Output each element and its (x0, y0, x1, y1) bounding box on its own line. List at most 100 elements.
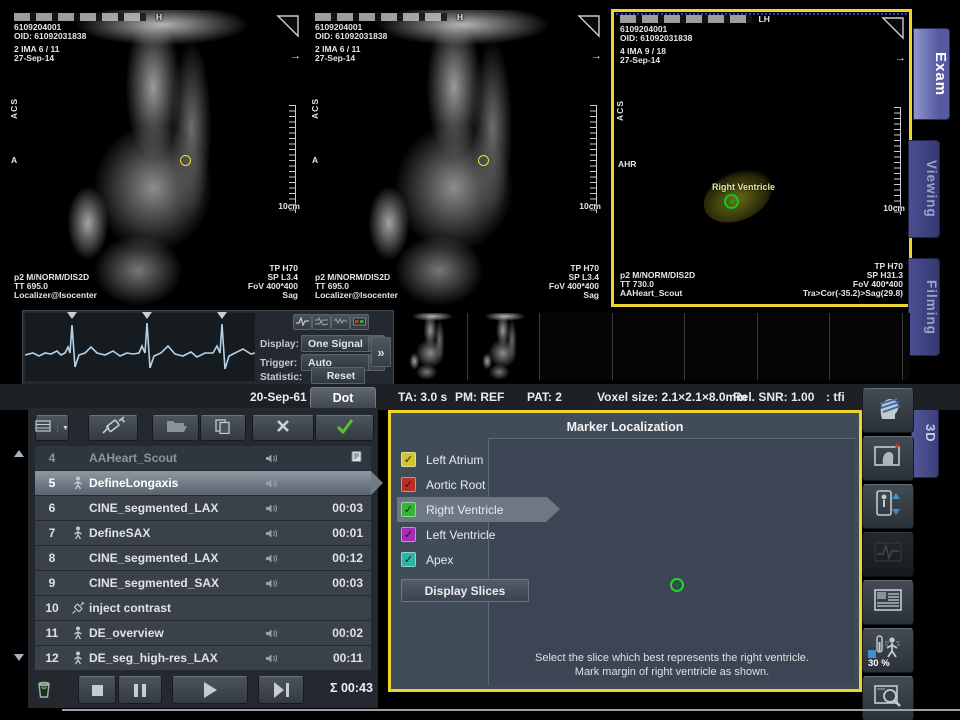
display-slices-button[interactable]: Display Slices (401, 579, 529, 602)
scroll-arrow-icon[interactable]: → (895, 52, 906, 64)
marker-item-aortic-root[interactable]: ✓ Aortic Root (397, 472, 547, 497)
marker-item-left-atrium[interactable]: ✓Left Atrium (397, 447, 547, 472)
apply-button[interactable] (315, 415, 374, 441)
redacted-patient-banner (14, 13, 146, 21)
open-folder-button[interactable] (152, 415, 199, 441)
cardiac-scout-thumbnail[interactable] (540, 313, 613, 380)
head-coil-button[interactable] (862, 388, 914, 433)
tab-exam[interactable]: Exam (913, 28, 950, 120)
ecg-dual-signal-icon (315, 313, 328, 331)
sar-level-chip (868, 650, 876, 658)
queue-row-DE_seg_high-res_LAX[interactable]: 12DE_seg_high-res_LAX00:11 (35, 646, 371, 670)
ecg-waveform (25, 313, 255, 381)
table-view-button[interactable]: ▼ (35, 415, 69, 441)
film-strip (395, 313, 910, 380)
stop-button[interactable] (78, 676, 116, 704)
delete-queue-button[interactable] (30, 676, 58, 702)
scroll-arrow-icon[interactable]: → (290, 50, 301, 62)
marker-label: Apex (426, 553, 453, 567)
person-icon (69, 651, 87, 665)
viewport-sagittal-2[interactable]: 6109204001 OID: 61092031838 2 IMA 6 / 11… (309, 10, 605, 306)
queue-row-CINE_segmented_LAX[interactable]: 6CINE_segmented_LAX00:03 (35, 496, 371, 520)
sagittal-scout-thumbnail[interactable] (395, 313, 468, 380)
copy-protocol-button[interactable] (200, 415, 246, 441)
queue-row-CINE_segmented_LAX[interactable]: 8CINE_segmented_LAX00:12 (35, 546, 371, 570)
scan-date: 27-Sep-14 (14, 54, 54, 64)
contrast-button[interactable] (88, 415, 138, 441)
protocol-card-button[interactable] (862, 580, 914, 625)
trigger-marker-icon (67, 312, 77, 319)
protocol-card-icon[interactable] (350, 452, 363, 466)
marker-localization-dialog: Marker Localization Select the slice whi… (388, 410, 862, 692)
scroll-arrow-icon[interactable]: → (591, 50, 602, 62)
marker-checkbox[interactable]: ✓ (401, 552, 416, 567)
queue-row-DefineLongaxis[interactable]: 5DefineLongaxis (35, 471, 371, 495)
person-icon (69, 526, 87, 540)
statistic-label: Statistic: (260, 372, 302, 383)
person-icon (69, 476, 87, 490)
ecg-curve-icon-button[interactable] (293, 314, 312, 330)
marker-label: Right Ventricle (426, 503, 503, 517)
right-ventricle-marker[interactable] (724, 194, 739, 209)
marker-item-right-ventricle[interactable]: ✓ Right Ventricle (397, 497, 547, 522)
ecg-curve-icon (296, 313, 309, 331)
speaker-icon (265, 478, 311, 489)
viewport-sagittal-1[interactable]: 6109204001 OID: 61092031838 2 IMA 6 / 11… (8, 10, 304, 306)
step-number: 4 (35, 451, 69, 465)
queue-row-CINE_segmented_SAX[interactable]: 9CINE_segmented_SAX00:03 (35, 571, 371, 595)
marker-checkbox[interactable]: ✓ (401, 452, 416, 467)
marker-reference-image[interactable] (599, 452, 809, 642)
thumbnail-image (540, 313, 612, 380)
scan-duration: 00:02 (311, 626, 371, 640)
queue-row-AAHeart_Scout[interactable]: 4AAHeart_Scout (35, 446, 371, 470)
step-number: 12 (35, 651, 69, 665)
marker-checkbox[interactable]: ✓ (401, 502, 416, 517)
expand-physio-button[interactable]: » (371, 337, 391, 367)
pause-button[interactable] (118, 676, 162, 704)
sar-monitor-button[interactable]: 30 % (862, 628, 914, 673)
ecg-multi-signal-icon-button[interactable] (331, 314, 350, 330)
speaker-icon (265, 528, 311, 539)
chevron-down-icon[interactable]: ▼ (57, 425, 69, 432)
play-button[interactable] (172, 676, 248, 704)
scroll-down-indicator[interactable] (14, 654, 24, 661)
viewport-cardiac-active[interactable]: 6109204001 OID: 61092031838 4 IMA 9 / 18… (611, 9, 912, 307)
protocol-name: DE_seg_high-res_LAX (87, 651, 265, 665)
speaker-icon (265, 578, 311, 589)
marker-item-left-ventricle[interactable]: ✓Left Ventricle (397, 522, 547, 547)
tab-filming[interactable]: Filming (908, 258, 940, 356)
orientation-top-label: H (457, 13, 463, 23)
queue-row-DefineSAX[interactable]: 7DefineSAX00:01 (35, 521, 371, 545)
marker-checkbox[interactable]: ✓ (401, 527, 416, 542)
patient-position-button[interactable] (862, 484, 914, 529)
queue-row-inject contrast[interactable]: 10inject contrast (35, 596, 371, 620)
slice-position-marker[interactable] (478, 155, 489, 166)
tab-viewing[interactable]: Viewing (908, 140, 940, 238)
scanner-ui: 6109204001 OID: 61092031838 2 IMA 6 / 11… (0, 0, 960, 720)
physio-signal-button[interactable] (862, 532, 914, 577)
inline-display-button[interactable] (862, 676, 914, 720)
physio-ecg-panel: Display: Trigger: Statistic: One Signal … (22, 310, 394, 385)
open-folder-icon (165, 418, 187, 439)
cancel-button[interactable] (252, 415, 314, 441)
trigger-marker-icon (142, 312, 152, 319)
slice-position-marker[interactable] (180, 155, 191, 166)
marker-checkbox[interactable]: ✓ (401, 477, 416, 492)
marker-label: Aortic Root (426, 478, 485, 492)
ecg-status-icon-button[interactable] (350, 314, 369, 330)
reset-button[interactable]: Reset (311, 367, 365, 384)
dot-engine-button[interactable]: Dot (310, 387, 376, 409)
person-icon (69, 626, 87, 640)
coronal-scout-thumbnail[interactable] (468, 313, 541, 380)
apply-icon (336, 418, 354, 439)
step-number: 5 (35, 476, 69, 490)
syringe-icon (69, 601, 87, 615)
marker-item-apex[interactable]: ✓ Apex (397, 547, 547, 572)
scan-duration (311, 450, 371, 466)
scroll-up-indicator[interactable] (14, 450, 24, 457)
skip-to-end-button[interactable] (258, 676, 304, 704)
right-ventricle-point-marker[interactable] (670, 578, 684, 592)
queue-row-DE_overview[interactable]: 11DE_overview00:02 (35, 621, 371, 645)
ecg-dual-signal-icon-button[interactable] (312, 314, 331, 330)
image-orientation-button[interactable] (862, 436, 914, 481)
